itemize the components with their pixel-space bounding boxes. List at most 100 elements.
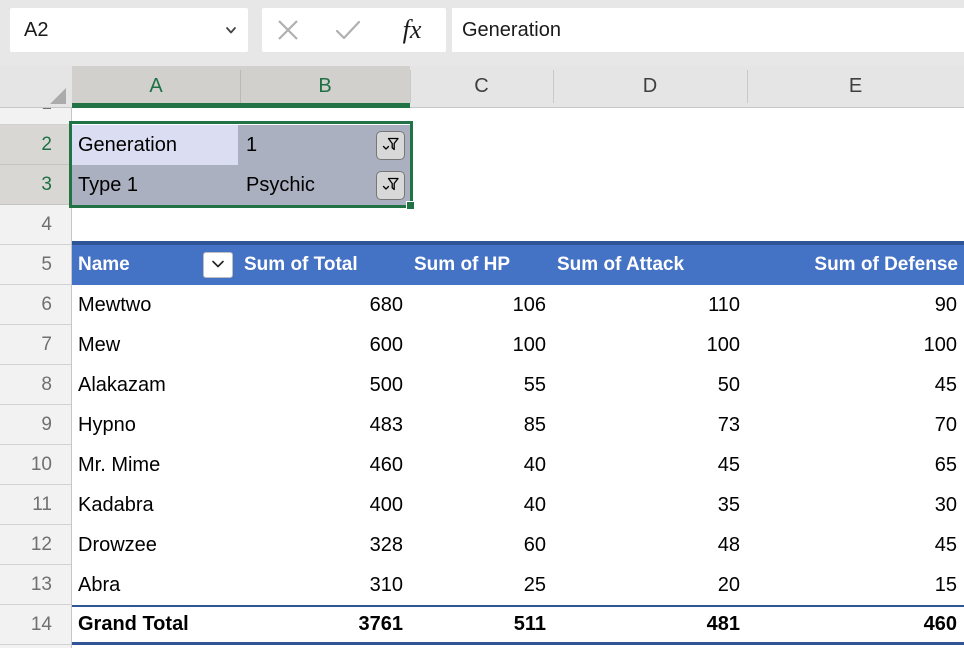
cell-E6[interactable]: 90 xyxy=(747,285,964,325)
cell-A12[interactable]: Drowzee xyxy=(72,525,240,565)
column-divider[interactable] xyxy=(240,70,241,103)
cell-C5[interactable]: Sum of HP xyxy=(410,245,553,285)
cell-B13[interactable]: 310 xyxy=(240,565,410,605)
cell-E9[interactable]: 70 xyxy=(747,405,964,445)
pivot-row: Drowzee328604845 xyxy=(72,525,964,565)
cell-E11[interactable]: 30 xyxy=(747,485,964,525)
chevron-down-icon[interactable] xyxy=(224,23,238,42)
row-header-5[interactable]: 5 xyxy=(0,245,71,285)
cell-E7[interactable]: 100 xyxy=(747,325,964,365)
cell-D11[interactable]: 35 xyxy=(553,485,747,525)
cell-C12[interactable]: 60 xyxy=(410,525,553,565)
cell-A14[interactable]: Grand Total xyxy=(72,607,240,642)
cell-E8[interactable]: 45 xyxy=(747,365,964,405)
row-number: 5 xyxy=(0,245,52,285)
cell-A11[interactable]: Kadabra xyxy=(72,485,240,525)
cell-A9[interactable]: Hypno xyxy=(72,405,240,445)
row-number: 1 xyxy=(0,108,52,124)
cell-C8[interactable]: 55 xyxy=(410,365,553,405)
cell-C10[interactable]: 40 xyxy=(410,445,553,485)
fill-handle[interactable] xyxy=(406,201,415,210)
cell-D6[interactable]: 110 xyxy=(553,285,747,325)
row-header-3[interactable]: 3 xyxy=(0,165,71,205)
cell-A3[interactable]: Type 1 xyxy=(72,165,238,205)
check-icon[interactable] xyxy=(334,18,362,47)
cell-B10[interactable]: 460 xyxy=(240,445,410,485)
column-divider[interactable] xyxy=(747,70,748,103)
pivot-row: Hypno483857370 xyxy=(72,405,964,445)
row-header-1[interactable]: 1 xyxy=(0,108,71,125)
filter-button-type1[interactable] xyxy=(376,171,405,200)
name-box[interactable]: A2 xyxy=(10,8,248,52)
pivot-row: Mew600100100100 xyxy=(72,325,964,365)
column-header-A[interactable]: A xyxy=(72,66,240,107)
column-header-D[interactable]: D xyxy=(553,66,747,107)
formula-input[interactable]: Generation xyxy=(452,8,964,52)
cell-D9[interactable]: 73 xyxy=(553,405,747,445)
cell-D13[interactable]: 20 xyxy=(553,565,747,605)
cell-B14[interactable]: 3761 xyxy=(240,607,410,642)
cell-C7[interactable]: 100 xyxy=(410,325,553,365)
cell-C13[interactable]: 25 xyxy=(410,565,553,605)
column-header-E[interactable]: E xyxy=(747,66,964,107)
column-header-C[interactable]: C xyxy=(410,66,553,107)
row-number: 14 xyxy=(0,605,52,645)
name-filter-dropdown[interactable] xyxy=(203,252,233,278)
row-header-8[interactable]: 8 xyxy=(0,365,71,405)
cell-C9[interactable]: 85 xyxy=(410,405,553,445)
select-all-icon[interactable] xyxy=(50,88,66,104)
column-divider[interactable] xyxy=(410,70,411,103)
cell-D12[interactable]: 48 xyxy=(553,525,747,565)
row-header-13[interactable]: 13 xyxy=(0,565,71,605)
formula-buttons: fx xyxy=(262,8,446,52)
cell-B8[interactable]: 500 xyxy=(240,365,410,405)
row-number: 7 xyxy=(0,325,52,365)
cell-D10[interactable]: 45 xyxy=(553,445,747,485)
column-divider[interactable] xyxy=(553,70,554,103)
row-header-9[interactable]: 9 xyxy=(0,405,71,445)
cell-D14[interactable]: 481 xyxy=(553,607,747,642)
row-header-6[interactable]: 6 xyxy=(0,285,71,325)
cell-E10[interactable]: 65 xyxy=(747,445,964,485)
filter-button-generation[interactable] xyxy=(376,131,405,160)
cell-B5[interactable]: Sum of Total xyxy=(240,245,410,285)
row-header-14[interactable]: 14 xyxy=(0,605,71,645)
cell-D5[interactable]: Sum of Attack xyxy=(553,245,747,285)
cell-D8[interactable]: 50 xyxy=(553,365,747,405)
cell-B7[interactable]: 600 xyxy=(240,325,410,365)
pivot-row: Mewtwo68010611090 xyxy=(72,285,964,325)
row-number: 2 xyxy=(0,125,52,165)
filter-icon xyxy=(381,135,400,157)
cell-A7[interactable]: Mew xyxy=(72,325,240,365)
cell-E14[interactable]: 460 xyxy=(747,607,964,642)
row-header-10[interactable]: 10 xyxy=(0,445,71,485)
cell-A2[interactable]: Generation xyxy=(72,125,238,165)
cell-C14[interactable]: 511 xyxy=(410,607,553,642)
cell-A10[interactable]: Mr. Mime xyxy=(72,445,240,485)
cell-D7[interactable]: 100 xyxy=(553,325,747,365)
cell-A13[interactable]: Abra xyxy=(72,565,240,605)
column-header-B[interactable]: B xyxy=(240,66,410,107)
row-header-7[interactable]: 7 xyxy=(0,325,71,365)
row-number: 11 xyxy=(0,485,52,525)
row-header-4[interactable]: 4 xyxy=(0,205,71,245)
row-header-11[interactable]: 11 xyxy=(0,485,71,525)
cell-B9[interactable]: 483 xyxy=(240,405,410,445)
cell-B12[interactable]: 328 xyxy=(240,525,410,565)
insert-function-button[interactable]: fx xyxy=(392,12,432,48)
cell-E13[interactable]: 15 xyxy=(747,565,964,605)
cell-A8[interactable]: Alakazam xyxy=(72,365,240,405)
cell-B6[interactable]: 680 xyxy=(240,285,410,325)
row-number: 4 xyxy=(0,205,52,245)
cell-A6[interactable]: Mewtwo xyxy=(72,285,240,325)
cell-C11[interactable]: 40 xyxy=(410,485,553,525)
pivot-row: Kadabra400403530 xyxy=(72,485,964,525)
row-header-2[interactable]: 2 xyxy=(0,125,71,165)
cancel-icon[interactable] xyxy=(276,18,300,47)
cell-C6[interactable]: 106 xyxy=(410,285,553,325)
cell-B11[interactable]: 400 xyxy=(240,485,410,525)
filter-icon xyxy=(381,175,400,197)
cell-E5[interactable]: Sum of Defense xyxy=(747,245,964,285)
cell-E12[interactable]: 45 xyxy=(747,525,964,565)
row-header-12[interactable]: 12 xyxy=(0,525,71,565)
